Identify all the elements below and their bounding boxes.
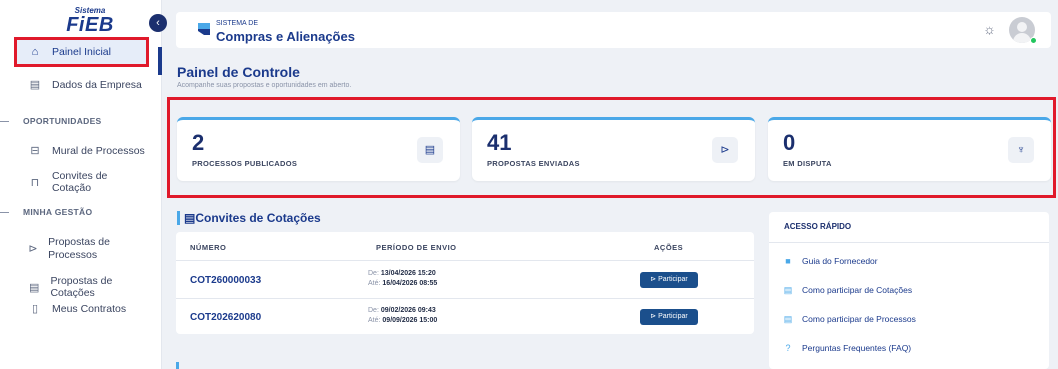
system-title[interactable]: SISTEMA DE Compras e Alienações — [216, 20, 355, 46]
id-card-icon: ▤ — [29, 79, 41, 91]
top-header: SISTEMA DE Compras e Alienações ☼ — [176, 12, 1051, 48]
column-header-periodo: PERÍODO DE ENVIO — [376, 243, 457, 252]
page-title: Painel de Controle — [177, 64, 300, 80]
sidebar-item-propostas-processos[interactable]: ⊳ Propostas de Processos — [14, 236, 134, 262]
fieb-logo[interactable]: Sistema FiEB — [60, 6, 120, 36]
trophy-icon: ♆ — [1008, 137, 1034, 163]
document-icon: ▯ — [31, 303, 39, 315]
sidebar-item-label: Mural de Processos — [52, 144, 145, 157]
sidebar-item-mural-processos[interactable]: ⊟ Mural de Processos — [14, 144, 149, 158]
quick-access-panel: ACESSO RÁPIDO ■ Guia do Fornecedor ▤ Com… — [769, 212, 1049, 369]
column-header-acoes: AÇÕES — [654, 243, 684, 252]
sidebar-item-painel-inicial[interactable]: ⌂ Painel Inicial — [14, 37, 149, 67]
section-title: MINHA GESTÃO — [23, 207, 93, 217]
button-label: Participar — [658, 313, 688, 320]
quick-link-cotacoes[interactable]: ▤ Como participar de Cotações — [783, 285, 912, 295]
section-oportunidades: OPORTUNIDADES — [0, 116, 102, 126]
quick-link-faq[interactable]: ? Perguntas Frequentes (FAQ) — [783, 343, 911, 353]
theme-toggle-sun-icon[interactable]: ☼ — [983, 21, 996, 37]
system-name: Compras e Alienações — [216, 29, 355, 44]
sidebar-item-label: Propostas de Cotações — [50, 275, 113, 299]
quick-access-title: ACESSO RÁPIDO — [784, 222, 852, 231]
sidebar-item-label: Dados da Empresa — [52, 78, 142, 91]
quick-link-processos[interactable]: ▤ Como participar de Processos — [783, 314, 916, 324]
shopping-bag-icon: ⊓ — [30, 176, 40, 189]
quick-link-label: Perguntas Frequentes (FAQ) — [802, 343, 912, 353]
invites-table: NÚMERO PERÍODO DE ENVIO AÇÕES COT2600000… — [176, 232, 754, 334]
invite-period: De: 13/04/2026 15:20 Até: 16/04/2026 08:… — [368, 269, 437, 289]
stat-label: EM DISPUTA — [783, 159, 832, 168]
send-icon: ⊳ — [712, 137, 738, 163]
page-subtitle: Acompanhe suas propostas e oportunidades… — [177, 82, 352, 89]
sidebar-item-label: Propostas de Processos — [48, 236, 110, 261]
active-indicator — [158, 47, 162, 75]
stat-value: 0 — [783, 130, 796, 155]
invite-period: De: 09/02/2026 09:43 Até: 09/09/2026 15:… — [368, 306, 437, 326]
logo-big-text: FiEB — [66, 14, 114, 36]
from-label: De: — [368, 307, 379, 314]
system-label: SISTEMA DE — [216, 20, 259, 27]
list-icon: ▤ — [29, 281, 40, 294]
quick-link-label: Guia do Fornecedor — [802, 256, 878, 266]
stat-label: PROCESSOS PUBLICADOS — [192, 159, 298, 168]
list-icon: ▤ — [783, 285, 793, 295]
to-label: Até: — [368, 317, 381, 324]
quick-link-guia[interactable]: ■ Guia do Fornecedor — [783, 256, 878, 266]
invite-code-link[interactable]: COT202620080 — [190, 312, 261, 323]
from-date: 09/02/2026 09:43 — [380, 307, 436, 314]
compras-logo-icon — [198, 23, 210, 35]
from-label: De: — [368, 270, 379, 277]
send-icon: ⊳ — [650, 313, 657, 320]
collapse-sidebar-button[interactable]: ‹ — [149, 14, 167, 32]
section-title: OPORTUNIDADES — [23, 116, 102, 126]
stat-card-disputa[interactable]: 0 EM DISPUTA ♆ — [768, 117, 1051, 181]
from-date: 13/04/2026 15:20 — [380, 270, 436, 277]
to-date: 09/09/2026 15:00 — [382, 317, 438, 324]
invites-title-text: Convites de Cotações — [195, 211, 321, 225]
home-icon: ⌂ — [31, 46, 39, 58]
sidebar-item-propostas-cotacoes[interactable]: ▤ Propostas de Cotações — [14, 275, 149, 299]
sidebar-item-convites-cotacao[interactable]: ⊓ Convites de Cotação — [14, 170, 149, 194]
participar-button[interactable]: ⊳ Participar — [640, 272, 698, 288]
sidebar-item-label: Painel Inicial — [52, 46, 111, 58]
section-minha-gestao: MINHA GESTÃO — [0, 207, 92, 217]
sidebar: Sistema FiEB ⌂ Painel Inicial ▤ Dados da… — [0, 0, 162, 369]
list-icon: ▤ — [184, 211, 196, 225]
list-icon: ▤ — [417, 137, 443, 163]
quick-link-label: Como participar de Cotações — [802, 285, 913, 295]
invite-code-link[interactable]: COT260000033 — [190, 275, 261, 286]
stat-card-processos[interactable]: 2 PROCESSOS PUBLICADOS ▤ — [177, 117, 460, 181]
stat-card-propostas[interactable]: 41 PROPOSTAS ENVIADAS ⊳ — [472, 117, 755, 181]
online-status-indicator — [1030, 37, 1037, 44]
invites-section-title: ▤Convites de Cotações — [177, 211, 321, 225]
quick-link-label: Como participar de Processos — [802, 314, 916, 324]
book-icon: ■ — [785, 256, 791, 266]
column-header-numero: NÚMERO — [190, 243, 227, 252]
briefcase-icon: ⊟ — [30, 145, 40, 157]
to-date: 16/04/2026 08:55 — [382, 280, 438, 287]
button-label: Participar — [658, 276, 688, 283]
sidebar-item-label: Convites de Cotação — [51, 170, 108, 194]
to-label: Até: — [368, 280, 381, 287]
sidebar-item-dados-empresa[interactable]: ▤ Dados da Empresa — [14, 78, 149, 92]
list-icon: ▤ — [783, 314, 793, 324]
stat-value: 41 — [487, 130, 512, 155]
chevron-left-icon: ‹ — [156, 17, 160, 29]
stat-label: PROPOSTAS ENVIADAS — [487, 159, 580, 168]
next-section-title-partial — [176, 362, 236, 369]
send-icon: ⊳ — [650, 276, 657, 283]
send-icon: ⊳ — [28, 242, 38, 255]
question-icon: ? — [785, 343, 791, 353]
sidebar-item-label: Meus Contratos — [52, 302, 127, 315]
participar-button[interactable]: ⊳ Participar — [640, 309, 698, 325]
sidebar-item-meus-contratos[interactable]: ▯ Meus Contratos — [14, 302, 149, 316]
stat-value: 2 — [192, 130, 205, 155]
